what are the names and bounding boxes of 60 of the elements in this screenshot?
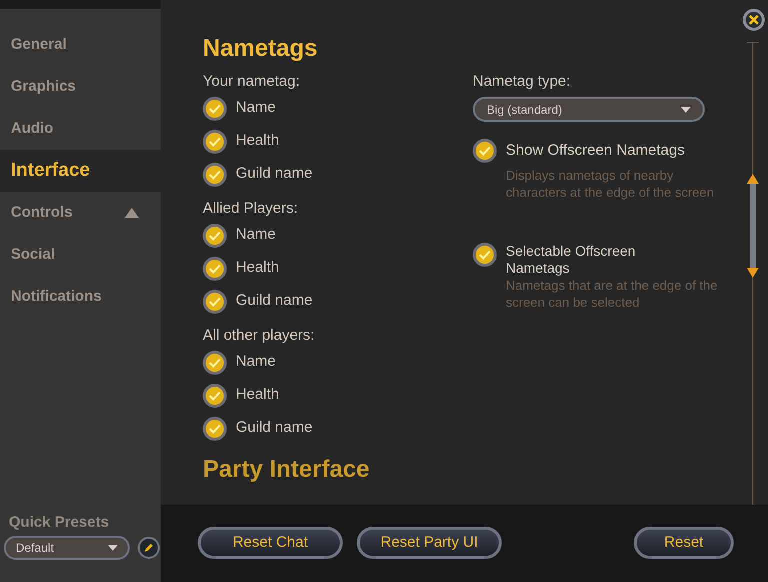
group-label: All other players: — [203, 326, 316, 346]
checked-checkbox[interactable] — [203, 350, 227, 374]
option-label: Selectable Offscreen Nametags — [506, 243, 637, 277]
checkmark-icon — [479, 146, 491, 156]
quick-presets-title: Quick Presets — [8, 512, 110, 532]
checked-checkbox[interactable] — [203, 290, 227, 314]
dropdown-caret-icon — [681, 106, 691, 112]
checked-checkbox[interactable] — [203, 162, 227, 186]
checked-checkbox[interactable] — [203, 416, 227, 440]
sidebar-item[interactable]: Social — [0, 234, 161, 276]
sidebar-item[interactable]: Interface — [0, 150, 161, 192]
option-label: Health — [236, 258, 280, 278]
section-title: Party Interface — [203, 456, 371, 484]
option-label: Guild name — [236, 164, 313, 184]
checked-checkbox[interactable] — [473, 139, 497, 163]
checkmark-icon — [209, 170, 221, 180]
checkmark-icon — [209, 136, 221, 146]
checkmark-icon — [479, 250, 491, 260]
checked-checkbox[interactable] — [203, 96, 227, 120]
sidebar-item[interactable]: Controls — [0, 192, 161, 234]
checked-checkbox[interactable] — [203, 256, 227, 280]
close-button[interactable] — [743, 9, 765, 31]
preset-dropdown[interactable]: Default — [4, 536, 130, 560]
section-title: Nametags — [203, 34, 319, 64]
pencil-icon — [144, 543, 154, 553]
option-label: Health — [236, 385, 280, 406]
option-description: Nametags that are at the edge of the screen can be selected — [506, 277, 719, 311]
checked-checkbox[interactable] — [203, 224, 227, 248]
option-label: Guild name — [236, 291, 313, 312]
checkmark-icon — [209, 390, 221, 400]
reset-button[interactable]: Reset — [634, 527, 734, 559]
checkmark-icon — [209, 296, 221, 306]
checkmark-icon — [209, 104, 221, 114]
sidebar-item[interactable]: General — [0, 24, 161, 66]
group-label: Allied Players: — [203, 199, 300, 219]
checkmark-icon — [209, 424, 221, 434]
dropdown-caret-icon — [108, 545, 118, 551]
option-label: Name — [236, 225, 276, 246]
reset-button[interactable]: Reset Chat — [198, 527, 343, 559]
group-label: Your nametag: — [203, 72, 302, 92]
sidebar-item[interactable]: Graphics — [0, 66, 161, 108]
checked-checkbox[interactable] — [473, 243, 497, 267]
edit-preset-button[interactable] — [138, 537, 160, 559]
checked-checkbox[interactable] — [203, 384, 227, 408]
option-label: Guild name — [236, 418, 313, 438]
checkmark-icon — [209, 264, 221, 274]
nametag-type-label: Nametag type: — [473, 72, 572, 92]
option-label: Name — [236, 352, 276, 372]
option-label: Health — [236, 131, 280, 152]
close-icon — [749, 15, 759, 25]
option-label: Show Offscreen Nametags — [506, 141, 686, 161]
checkmark-icon — [209, 358, 221, 368]
option-description: Displays nametags of nearby characters at the edge of the screen — [506, 167, 716, 201]
nametag-type-dropdown[interactable]: Big (standard) — [473, 97, 705, 122]
sidebar-item[interactable]: Notifications — [0, 276, 161, 318]
sidebar-item[interactable]: Audio — [0, 108, 161, 150]
checkmark-icon — [209, 230, 221, 240]
option-label: Name — [236, 98, 276, 118]
checked-checkbox[interactable] — [203, 130, 227, 154]
reset-button[interactable]: Reset Party UI — [357, 527, 502, 559]
